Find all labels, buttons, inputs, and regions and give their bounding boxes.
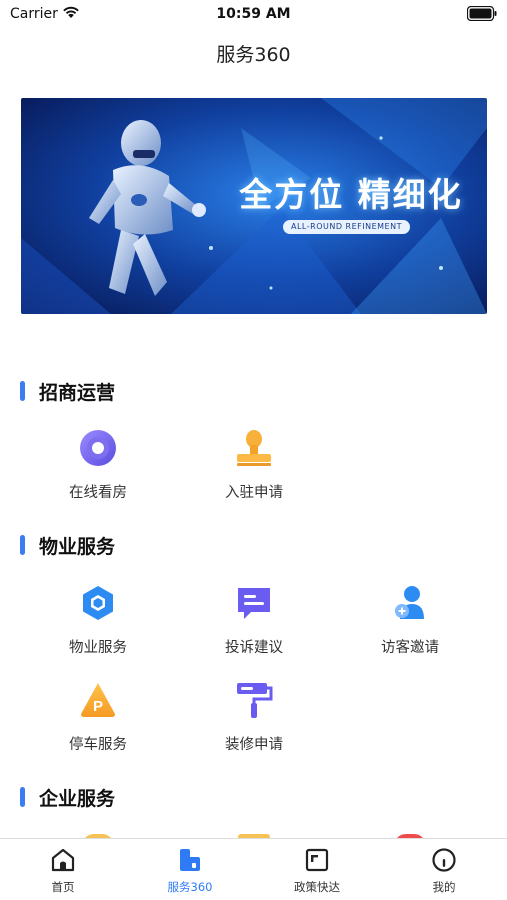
section-heading: 企业服务 bbox=[39, 787, 116, 810]
stamp-icon bbox=[237, 430, 271, 466]
tab-service360[interactable]: 服务360 bbox=[127, 847, 253, 895]
banner[interactable]: 全方位 精细化 ALL-ROUND REFINEMENT bbox=[21, 98, 487, 314]
battery-icon bbox=[467, 6, 497, 21]
service-label: 在线看房 bbox=[69, 485, 127, 501]
section-heading: 招商运营 bbox=[39, 381, 116, 404]
policy-icon bbox=[305, 848, 329, 872]
tab-policy[interactable]: 政策快达 bbox=[254, 847, 380, 895]
section-marker bbox=[20, 535, 25, 555]
section-heading: 物业服务 bbox=[39, 535, 116, 558]
service-label: 装修申请 bbox=[225, 737, 283, 753]
service-icon bbox=[180, 849, 200, 871]
section-marker bbox=[20, 787, 25, 807]
tab-bar: 首页 服务360 政策快达 我的 bbox=[0, 838, 507, 900]
service-label: 访客邀请 bbox=[381, 640, 439, 656]
service-label: 入驻申请 bbox=[225, 485, 283, 501]
banner-title: 全方位 精细化 bbox=[239, 175, 463, 214]
service-label: 投诉建议 bbox=[225, 640, 283, 656]
property-hexagon-icon bbox=[83, 586, 113, 620]
tab-label: 政策快达 bbox=[294, 880, 340, 894]
section-title-investment: 招商运营 bbox=[20, 379, 116, 404]
page-title: 服务360 bbox=[216, 44, 291, 66]
online-viewing-icon bbox=[80, 430, 116, 466]
tab-label: 我的 bbox=[432, 880, 456, 894]
tab-home[interactable]: 首页 bbox=[0, 847, 126, 895]
paint-roller-icon bbox=[237, 683, 273, 718]
tab-label: 首页 bbox=[51, 880, 75, 894]
complaint-message-icon bbox=[238, 588, 270, 619]
tab-label: 服务360 bbox=[167, 880, 213, 894]
visitor-add-icon bbox=[395, 586, 424, 619]
status-bar: Carrier 10:59 AM bbox=[0, 0, 507, 28]
profile-icon bbox=[432, 848, 456, 872]
home-icon bbox=[51, 848, 75, 872]
service-label: 停车服务 bbox=[69, 737, 127, 753]
service-label: 物业服务 bbox=[69, 640, 127, 656]
banner-subtitle: ALL-ROUND REFINEMENT bbox=[283, 220, 410, 234]
status-time: 10:59 AM bbox=[216, 6, 291, 22]
section-title-enterprise: 企业服务 bbox=[20, 785, 116, 810]
parking-icon: P bbox=[81, 683, 115, 717]
section-marker bbox=[20, 381, 25, 401]
tab-profile[interactable]: 我的 bbox=[381, 847, 507, 895]
section-title-property: 物业服务 bbox=[20, 533, 116, 558]
svg-text:P: P bbox=[93, 698, 103, 715]
